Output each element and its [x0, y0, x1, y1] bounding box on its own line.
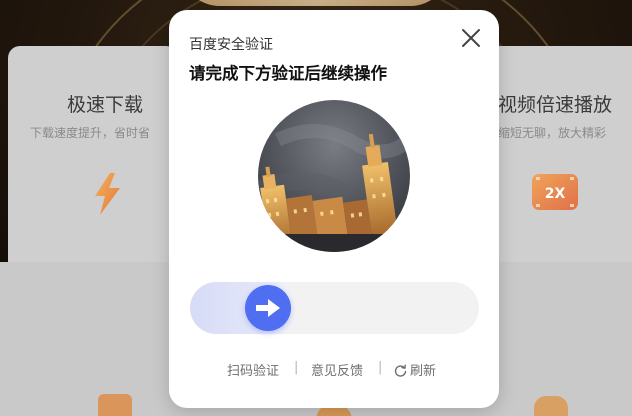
feature-description: 下载速度提升，省时省	[30, 126, 151, 140]
feature-card-fast-download[interactable]: 极速下载 下载速度提升，省时省	[8, 46, 178, 262]
scan-verify-link[interactable]: 扫码验证	[227, 360, 279, 379]
verification-modal: 百度安全验证 请完成下方验证后继续操作 扫码验证 | 意见反馈 | 刷新	[169, 10, 499, 408]
feature-title: 极速下载	[67, 94, 144, 116]
modal-footer: 扫码验证 | 意见反馈 | 刷新	[169, 360, 499, 380]
page: 极速下载 下载速度提升，省时省 视频倍速播放 缩短无聊，放大精彩 2X 百度安全…	[0, 0, 632, 416]
arrow-right-icon	[256, 299, 280, 317]
separator: |	[294, 360, 299, 375]
close-button[interactable]	[459, 26, 483, 50]
modal-title: 请完成下方验证后继续操作	[189, 64, 387, 83]
feedback-link[interactable]: 意见反馈	[311, 360, 363, 379]
svg-text:2X: 2X	[545, 186, 566, 202]
feature-icon	[98, 394, 132, 416]
modal-brand: 百度安全验证	[189, 37, 273, 53]
refresh-label: 刷新	[410, 364, 437, 379]
top-decoration	[180, 0, 450, 6]
feature-icon	[534, 396, 568, 416]
feature-description: 缩短无聊，放大精彩	[498, 126, 607, 140]
captcha-rotate-image	[258, 100, 410, 252]
slider-track[interactable]	[190, 282, 479, 334]
feature-title: 视频倍速播放	[498, 94, 613, 116]
close-icon	[462, 29, 480, 47]
refresh-icon	[394, 364, 407, 377]
slider-handle[interactable]	[245, 285, 291, 331]
refresh-link[interactable]: 刷新	[394, 360, 436, 379]
lightning-icon	[90, 172, 124, 220]
2x-speed-icon: 2X	[530, 172, 580, 216]
separator: |	[378, 360, 383, 375]
